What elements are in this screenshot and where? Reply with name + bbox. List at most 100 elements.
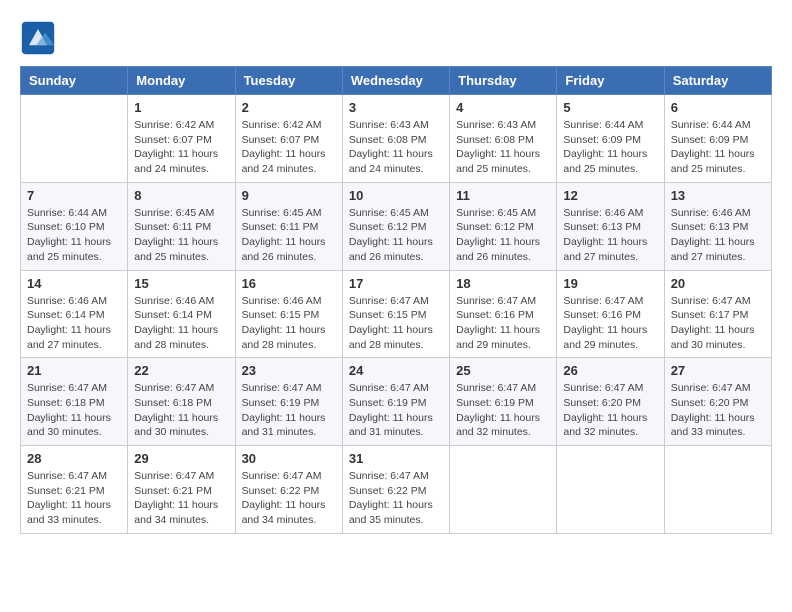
calendar-cell: 1Sunrise: 6:42 AMSunset: 6:07 PMDaylight… bbox=[128, 95, 235, 183]
calendar-cell: 19 Sunrise: 6:47 AMSunset: 6:16 PMDayligh… bbox=[557, 270, 664, 358]
cell-info: Sunrise: 6:45 AMSunset: 6:11 PMDaylight:… bbox=[134, 206, 228, 265]
day-number: 8 bbox=[134, 188, 228, 203]
logo-icon bbox=[20, 20, 56, 56]
calendar-cell: 10 Sunrise: 6:45 AMSunset: 6:12 PMDayligh… bbox=[342, 182, 449, 270]
day-number: 19 bbox=[563, 276, 657, 291]
calendar-cell bbox=[557, 446, 664, 534]
day-number: 6 bbox=[671, 100, 765, 115]
cell-info: Sunrise: 6:47 AMSunset: 6:15 PMDaylight:… bbox=[349, 294, 443, 353]
calendar-cell: 6 Sunrise: 6:44 AMSunset: 6:09 PMDaylight… bbox=[664, 95, 771, 183]
calendar-row: 14 Sunrise: 6:46 AMSunset: 6:14 PMDayligh… bbox=[21, 270, 772, 358]
day-number: 22 bbox=[134, 363, 228, 378]
day-number: 24 bbox=[349, 363, 443, 378]
day-number: 2 bbox=[242, 100, 336, 115]
cell-info: Sunrise: 6:47 AMSunset: 6:21 PMDaylight:… bbox=[134, 469, 228, 528]
cell-info: Sunrise: 6:46 AMSunset: 6:15 PMDaylight:… bbox=[242, 294, 336, 353]
calendar-cell: 8 Sunrise: 6:45 AMSunset: 6:11 PMDaylight… bbox=[128, 182, 235, 270]
calendar-cell: 7 Sunrise: 6:44 AMSunset: 6:10 PMDaylight… bbox=[21, 182, 128, 270]
day-number: 12 bbox=[563, 188, 657, 203]
calendar-cell: 16 Sunrise: 6:46 AMSunset: 6:15 PMDayligh… bbox=[235, 270, 342, 358]
calendar-cell: 14 Sunrise: 6:46 AMSunset: 6:14 PMDayligh… bbox=[21, 270, 128, 358]
day-number: 14 bbox=[27, 276, 121, 291]
day-number: 3 bbox=[349, 100, 443, 115]
weekday-header: Sunday bbox=[21, 67, 128, 95]
logo bbox=[20, 20, 60, 56]
cell-info: Sunrise: 6:44 AMSunset: 6:09 PMDaylight:… bbox=[671, 118, 765, 177]
calendar-cell: 4 Sunrise: 6:43 AMSunset: 6:08 PMDaylight… bbox=[450, 95, 557, 183]
cell-info: Sunrise: 6:47 AMSunset: 6:16 PMDaylight:… bbox=[563, 294, 657, 353]
calendar-cell: 29 Sunrise: 6:47 AMSunset: 6:21 PMDayligh… bbox=[128, 446, 235, 534]
cell-info: Sunrise: 6:46 AMSunset: 6:13 PMDaylight:… bbox=[563, 206, 657, 265]
page-header bbox=[20, 20, 772, 56]
cell-info: Sunrise: 6:46 AMSunset: 6:13 PMDaylight:… bbox=[671, 206, 765, 265]
day-number: 29 bbox=[134, 451, 228, 466]
day-number: 7 bbox=[27, 188, 121, 203]
day-number: 23 bbox=[242, 363, 336, 378]
day-number: 13 bbox=[671, 188, 765, 203]
cell-info: Sunrise: 6:45 AMSunset: 6:12 PMDaylight:… bbox=[349, 206, 443, 265]
day-number: 10 bbox=[349, 188, 443, 203]
day-number: 30 bbox=[242, 451, 336, 466]
cell-info: Sunrise: 6:47 AMSunset: 6:20 PMDaylight:… bbox=[671, 381, 765, 440]
weekday-header: Saturday bbox=[664, 67, 771, 95]
calendar-cell: 24 Sunrise: 6:47 AMSunset: 6:19 PMDayligh… bbox=[342, 358, 449, 446]
weekday-header: Monday bbox=[128, 67, 235, 95]
calendar-row: 1Sunrise: 6:42 AMSunset: 6:07 PMDaylight… bbox=[21, 95, 772, 183]
calendar-cell: 31Sunrise: 6:47 AMSunset: 6:22 PMDayligh… bbox=[342, 446, 449, 534]
calendar-cell: 21Sunrise: 6:47 AMSunset: 6:18 PMDayligh… bbox=[21, 358, 128, 446]
weekday-header: Wednesday bbox=[342, 67, 449, 95]
day-number: 16 bbox=[242, 276, 336, 291]
day-number: 25 bbox=[456, 363, 550, 378]
weekday-header: Tuesday bbox=[235, 67, 342, 95]
calendar-cell: 3 Sunrise: 6:43 AMSunset: 6:08 PMDaylight… bbox=[342, 95, 449, 183]
calendar-table: SundayMondayTuesdayWednesdayThursdayFrid… bbox=[20, 66, 772, 534]
calendar-cell: 26Sunrise: 6:47 AMSunset: 6:20 PMDayligh… bbox=[557, 358, 664, 446]
calendar-cell: 17 Sunrise: 6:47 AMSunset: 6:15 PMDayligh… bbox=[342, 270, 449, 358]
calendar-cell: 27 Sunrise: 6:47 AMSunset: 6:20 PMDayligh… bbox=[664, 358, 771, 446]
calendar-cell bbox=[450, 446, 557, 534]
calendar-cell: 15 Sunrise: 6:46 AMSunset: 6:14 PMDayligh… bbox=[128, 270, 235, 358]
day-number: 4 bbox=[456, 100, 550, 115]
calendar-cell: 20 Sunrise: 6:47 AMSunset: 6:17 PMDayligh… bbox=[664, 270, 771, 358]
cell-info: Sunrise: 6:47 AMSunset: 6:22 PMDaylight:… bbox=[349, 469, 443, 528]
day-number: 1 bbox=[134, 100, 228, 115]
day-number: 15 bbox=[134, 276, 228, 291]
calendar-cell: 12 Sunrise: 6:46 AMSunset: 6:13 PMDayligh… bbox=[557, 182, 664, 270]
cell-info: Sunrise: 6:46 AMSunset: 6:14 PMDaylight:… bbox=[27, 294, 121, 353]
calendar-cell: 22 Sunrise: 6:47 AMSunset: 6:18 PMDayligh… bbox=[128, 358, 235, 446]
day-number: 9 bbox=[242, 188, 336, 203]
calendar-cell: 25 Sunrise: 6:47 AMSunset: 6:19 PMDayligh… bbox=[450, 358, 557, 446]
calendar-cell: 2Sunrise: 6:42 AMSunset: 6:07 PMDaylight… bbox=[235, 95, 342, 183]
cell-info: Sunrise: 6:43 AMSunset: 6:08 PMDaylight:… bbox=[349, 118, 443, 177]
cell-info: Sunrise: 6:45 AMSunset: 6:11 PMDaylight:… bbox=[242, 206, 336, 265]
cell-info: Sunrise: 6:47 AMSunset: 6:22 PMDaylight:… bbox=[242, 469, 336, 528]
day-number: 11 bbox=[456, 188, 550, 203]
calendar-cell: 18Sunrise: 6:47 AMSunset: 6:16 PMDayligh… bbox=[450, 270, 557, 358]
cell-info: Sunrise: 6:47 AMSunset: 6:21 PMDaylight:… bbox=[27, 469, 121, 528]
cell-info: Sunrise: 6:44 AMSunset: 6:10 PMDaylight:… bbox=[27, 206, 121, 265]
cell-info: Sunrise: 6:47 AMSunset: 6:17 PMDaylight:… bbox=[671, 294, 765, 353]
calendar-cell: 30 Sunrise: 6:47 AMSunset: 6:22 PMDayligh… bbox=[235, 446, 342, 534]
calendar-row: 21 Sunrise: 6:47 AMSunset: 6:18 PMDayligh… bbox=[21, 358, 772, 446]
cell-info: Sunrise: 6:46 AMSunset: 6:14 PMDaylight:… bbox=[134, 294, 228, 353]
calendar-row: 7 Sunrise: 6:44 AMSunset: 6:10 PMDaylight… bbox=[21, 182, 772, 270]
day-number: 27 bbox=[671, 363, 765, 378]
calendar-cell: 11 Sunrise: 6:45 AMSunset: 6:12 PMDayligh… bbox=[450, 182, 557, 270]
weekday-header: Friday bbox=[557, 67, 664, 95]
calendar-cell: 23Sunrise: 6:47 AMSunset: 6:19 PMDayligh… bbox=[235, 358, 342, 446]
cell-info: Sunrise: 6:47 AMSunset: 6:18 PMDaylight:… bbox=[134, 381, 228, 440]
day-number: 20 bbox=[671, 276, 765, 291]
cell-info: Sunrise: 6:47 AMSunset: 6:19 PMDaylight:… bbox=[456, 381, 550, 440]
day-number: 21 bbox=[27, 363, 121, 378]
calendar-row: 28 Sunrise: 6:47 AMSunset: 6:21 PMDayligh… bbox=[21, 446, 772, 534]
cell-info: Sunrise: 6:47 AMSunset: 6:20 PMDaylight:… bbox=[563, 381, 657, 440]
day-number: 17 bbox=[349, 276, 443, 291]
cell-info: Sunrise: 6:44 AMSunset: 6:09 PMDaylight:… bbox=[563, 118, 657, 177]
day-number: 28 bbox=[27, 451, 121, 466]
header-row: SundayMondayTuesdayWednesdayThursdayFrid… bbox=[21, 67, 772, 95]
day-number: 18 bbox=[456, 276, 550, 291]
cell-info: Sunrise: 6:43 AMSunset: 6:08 PMDaylight:… bbox=[456, 118, 550, 177]
cell-info: Sunrise: 6:47 AMSunset: 6:19 PMDaylight:… bbox=[349, 381, 443, 440]
calendar-cell bbox=[664, 446, 771, 534]
cell-info: Sunrise: 6:45 AMSunset: 6:12 PMDaylight:… bbox=[456, 206, 550, 265]
